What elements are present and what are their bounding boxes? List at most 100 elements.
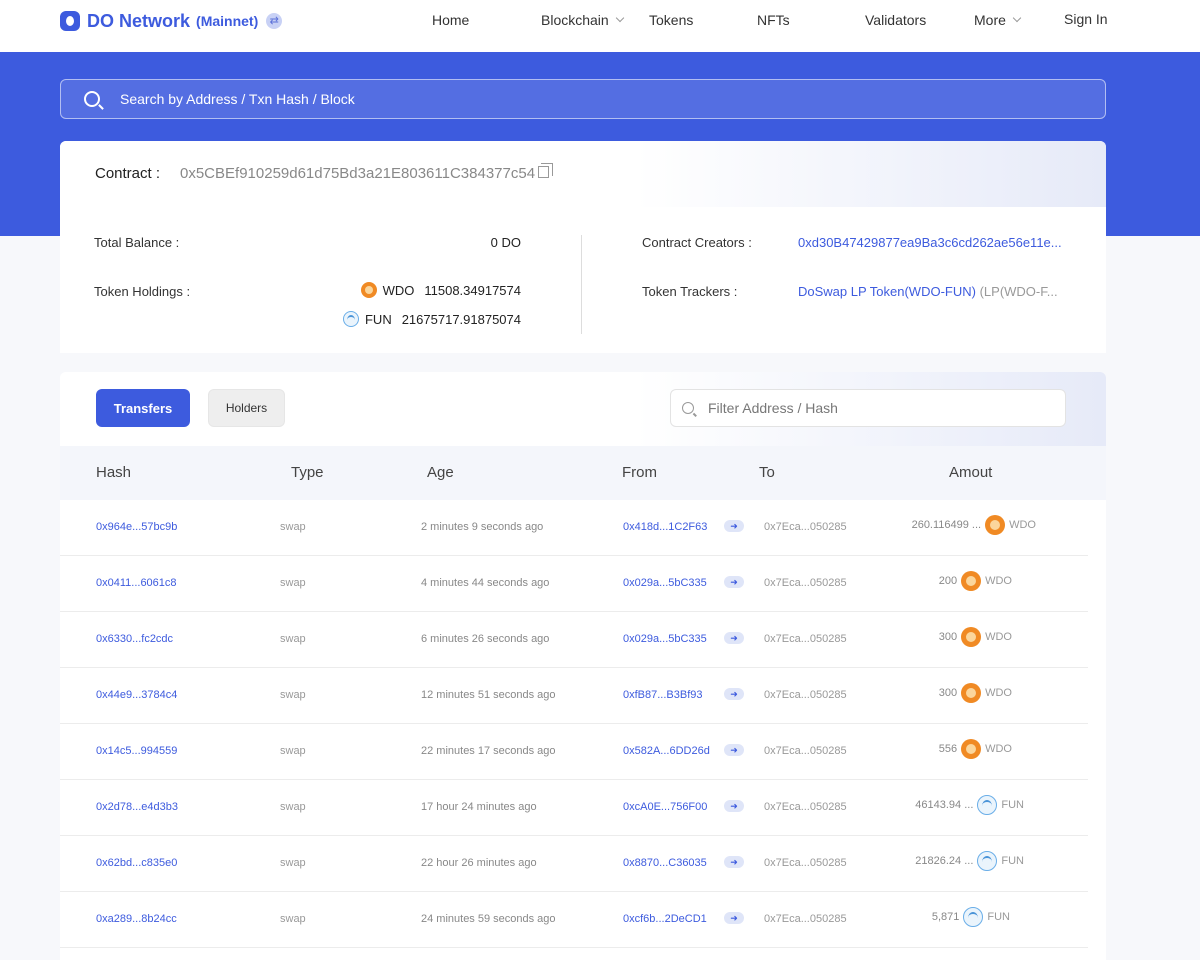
amount-symbol: WDO: [985, 743, 1012, 755]
brand-name: DO Network: [87, 10, 191, 31]
holding-wdo: WDO 11508.34917574: [360, 282, 521, 298]
table-row: 0x964e...57bc9b swap 2 minutes 9 seconds…: [60, 500, 1088, 556]
tx-from-link[interactable]: 0xcf6b...2DeCD1: [623, 913, 707, 925]
arrow-right-icon: ➜: [724, 744, 744, 756]
search-placeholder: Search by Address / Txn Hash / Block: [120, 91, 355, 107]
tx-type: swap: [280, 521, 306, 533]
total-balance-value: 0 DO: [490, 235, 521, 250]
table-row: 0x14c5...994559 swap 22 minutes 17 secon…: [60, 724, 1088, 780]
tx-type: swap: [280, 689, 306, 701]
fun-token-icon: [342, 311, 359, 327]
tx-to: 0x7Eca...050285: [764, 633, 847, 645]
copy-icon[interactable]: [538, 163, 553, 178]
tx-hash-link[interactable]: 0x62bd...c835e0: [96, 857, 177, 869]
tx-hash-link[interactable]: 0x14c5...994559: [96, 745, 177, 757]
tx-amount: 46143.94 ... FUN: [915, 795, 1024, 815]
tx-from-link[interactable]: 0x029a...5bC335: [623, 577, 707, 589]
tx-from-link[interactable]: 0x582A...6DD26d: [623, 745, 710, 757]
tx-to: 0x7Eca...050285: [764, 577, 847, 589]
filter-input[interactable]: [708, 400, 1048, 416]
tx-age: 17 hour 24 minutes ago: [421, 801, 537, 813]
nav-more[interactable]: More: [974, 12, 1022, 28]
nav-blockchain[interactable]: Blockchain: [541, 12, 624, 28]
tx-to: 0x7Eca...050285: [764, 913, 847, 925]
tx-hash-link[interactable]: 0x44e9...3784c4: [96, 689, 177, 701]
tx-hash-link[interactable]: 0x964e...57bc9b: [96, 521, 177, 533]
amount-symbol: FUN: [1001, 799, 1024, 811]
nav-nfts[interactable]: NFTs: [757, 12, 790, 28]
amount-symbol: WDO: [1009, 519, 1036, 531]
tx-from-link[interactable]: 0xcA0E...756F00: [623, 801, 707, 813]
wdo-token-icon: [961, 627, 982, 647]
amount-value: 200: [938, 575, 958, 587]
token-tracker-link[interactable]: DoSwap LP Token(WDO-FUN): [798, 284, 976, 299]
arrow-right-icon: ➜: [724, 800, 744, 812]
tx-to: 0x7Eca...050285: [764, 801, 847, 813]
global-search-input[interactable]: Search by Address / Txn Hash / Block: [60, 79, 1106, 119]
tx-age: 6 minutes 26 seconds ago: [421, 633, 550, 645]
holding-symbol: WDO: [382, 282, 415, 298]
token-trackers-label: Token Trackers :: [642, 284, 738, 299]
nav-tokens[interactable]: Tokens: [649, 12, 693, 28]
amount-symbol: WDO: [985, 631, 1012, 643]
fun-token-icon: [963, 907, 984, 927]
tx-type: swap: [280, 857, 306, 869]
search-icon: [84, 91, 100, 107]
panel-header: Transfers Holders: [60, 372, 1106, 446]
tx-hash-link[interactable]: 0x2d78...e4d3b3: [96, 801, 178, 813]
holding-amount: 11508.34917574: [424, 282, 521, 298]
arrow-right-icon: ➜: [724, 688, 744, 700]
nav-home[interactable]: Home: [432, 12, 469, 28]
tx-type: swap: [280, 913, 306, 925]
tx-age: 2 minutes 9 seconds ago: [421, 521, 544, 533]
tab-transfers[interactable]: Transfers: [96, 389, 190, 427]
filter-box[interactable]: [670, 389, 1066, 427]
tx-amount: 200 WDO: [939, 571, 1012, 591]
wdo-token-icon: [961, 739, 982, 759]
tx-amount: 260.116499 ... WDO: [912, 515, 1036, 535]
search-icon: [682, 402, 694, 414]
contract-creator-link[interactable]: 0xd30B47429877ea9Ba3c6cd262ae56e11e...: [798, 235, 1062, 250]
table-header: Hash Type Age From To Amout: [60, 446, 1106, 500]
arrow-right-icon: ➜: [724, 576, 744, 588]
nav-blockchain-label: Blockchain: [541, 12, 609, 28]
tx-from-link[interactable]: 0x029a...5bC335: [623, 633, 707, 645]
col-age: Age: [427, 464, 454, 481]
tx-from-link[interactable]: 0x418d...1C2F63: [623, 521, 707, 533]
col-to: To: [759, 464, 775, 481]
do-network-logo-icon: [60, 11, 80, 31]
table-row: 0x0411...6061c8 swap 4 minutes 44 second…: [60, 556, 1088, 612]
contract-overview-card: Contract : 0x5CBEf910259d61d75Bd3a21E803…: [60, 141, 1106, 353]
amount-symbol: WDO: [985, 575, 1012, 587]
brand-logo[interactable]: DO Network (Mainnet) ⇄: [60, 9, 283, 33]
amount-value: 46143.94 ...: [915, 799, 974, 811]
total-balance-label: Total Balance :: [94, 235, 180, 250]
tx-to: 0x7Eca...050285: [764, 857, 847, 869]
tx-age: 24 minutes 59 seconds ago: [421, 913, 556, 925]
tab-holders[interactable]: Holders: [208, 389, 285, 427]
col-from: From: [622, 464, 657, 481]
token-holdings-label: Token Holdings :: [94, 284, 191, 299]
arrow-right-icon: ➜: [724, 520, 744, 532]
switch-network-icon[interactable]: ⇄: [266, 13, 283, 29]
sign-in-link[interactable]: Sign In: [1064, 11, 1108, 27]
col-amount: Amout: [949, 464, 993, 481]
tx-type: swap: [280, 801, 306, 813]
tx-from-link[interactable]: 0xfB87...B3Bf93: [623, 689, 703, 701]
wdo-token-icon: [961, 571, 982, 591]
tx-hash-link[interactable]: 0x6330...fc2cdc: [96, 633, 173, 645]
contract-header: Contract : 0x5CBEf910259d61d75Bd3a21E803…: [60, 141, 1106, 207]
tx-hash-link[interactable]: 0xa289...8b24cc: [96, 913, 177, 925]
tx-amount: 21826.24 ... FUN: [915, 851, 1024, 871]
nav-validators[interactable]: Validators: [865, 12, 926, 28]
contract-address: 0x5CBEf910259d61d75Bd3a21E803611C384377c…: [180, 165, 536, 182]
tx-from-link[interactable]: 0x8870...C36035: [623, 857, 707, 869]
top-navbar: DO Network (Mainnet) ⇄ Home Blockchain T…: [0, 0, 1200, 52]
tx-hash-link[interactable]: 0x0411...6061c8: [96, 577, 177, 589]
tx-type: swap: [280, 633, 306, 645]
holding-fun: FUN 21675717.91875074: [342, 311, 521, 327]
amount-value: 300: [938, 631, 958, 643]
network-name: (Mainnet): [196, 13, 259, 29]
col-hash: Hash: [96, 464, 132, 481]
tx-amount: 300 WDO: [939, 683, 1012, 703]
